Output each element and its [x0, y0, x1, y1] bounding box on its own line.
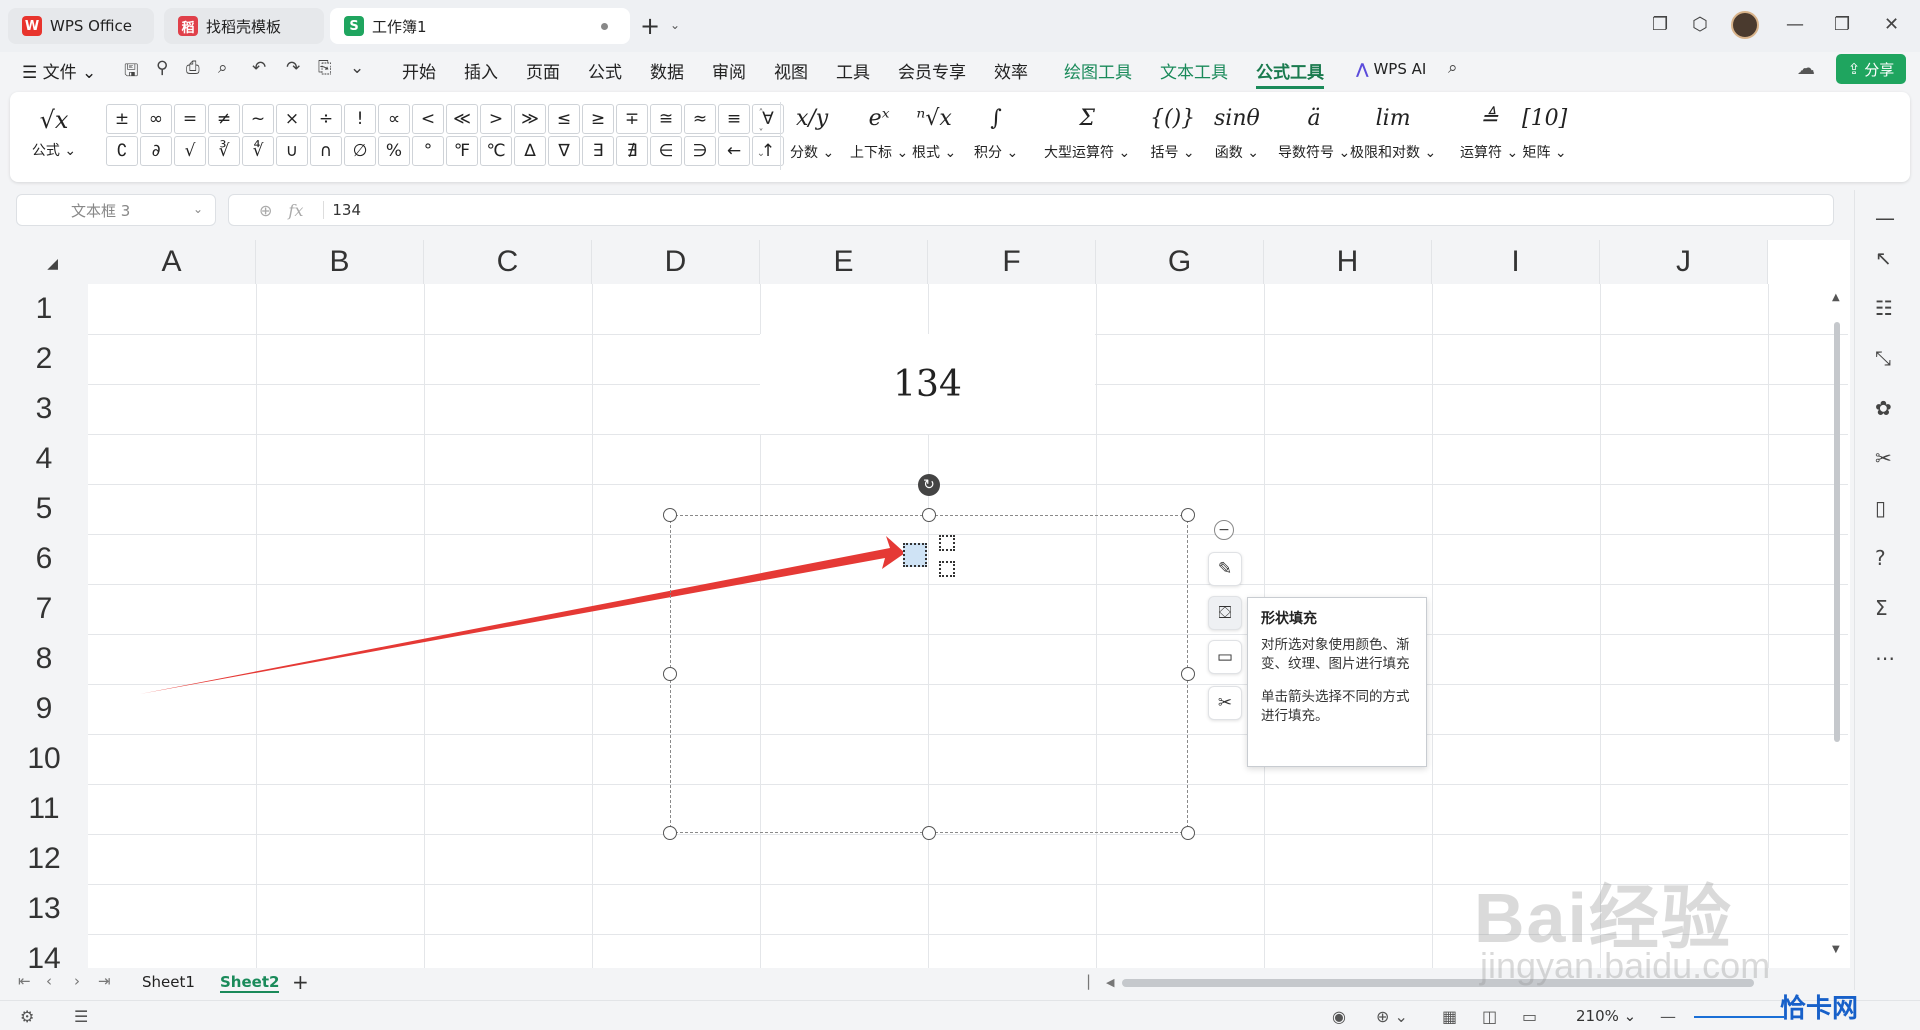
equation-superscript-placeholder[interactable] — [939, 535, 955, 551]
zoom-out-icon[interactable]: — — [1660, 1007, 1676, 1026]
collapse-icon[interactable]: − — [1214, 520, 1234, 540]
resize-handle-top-right[interactable] — [1181, 508, 1195, 522]
page-layout-icon[interactable]: ◫ — [1482, 1007, 1497, 1026]
equation-object-frame[interactable] — [670, 515, 1188, 833]
site-watermark: 恰卡网 — [1780, 993, 1859, 1023]
shape-fill-tooltip: 形状填充 对所选对象使用颜色、渐变、纹理、图片进行填充 单击箭头选择不同的方式进… — [1247, 597, 1427, 767]
equation-subscript-placeholder[interactable] — [939, 561, 955, 577]
tooltip-body: 对所选对象使用颜色、渐变、纹理、图片进行填充 — [1261, 637, 1410, 672]
tooltip-title: 形状填充 — [1261, 611, 1317, 627]
resize-handle-left[interactable] — [663, 667, 677, 681]
properties-icon[interactable]: ☷ — [1875, 296, 1893, 320]
sum-icon[interactable]: Σ — [1875, 596, 1888, 620]
tools-icon[interactable]: ✂ — [1208, 686, 1242, 720]
scroll-down-icon[interactable]: ▼ — [1832, 944, 1840, 955]
resize-handle-bottom-right[interactable] — [1181, 826, 1195, 840]
more-icon[interactable]: ⋯ — [1875, 646, 1895, 670]
add-sheet-icon[interactable]: + — [292, 970, 309, 994]
right-side-panel: — ↖ ☷ ⤡ ✿ ✂ ▯ ? Σ ⋯ — [1854, 190, 1920, 990]
normal-view-icon[interactable]: ▦ — [1442, 1007, 1457, 1026]
collapse-panel-icon[interactable]: — — [1875, 206, 1895, 230]
zoom-slider[interactable] — [1694, 1016, 1784, 1018]
sheet-tab-sheet2[interactable]: Sheet2 — [220, 973, 280, 993]
sheet-tab-sheet1[interactable]: Sheet1 — [142, 973, 195, 991]
rotate-handle-icon[interactable]: ↻ — [918, 474, 940, 496]
scroll-left-icon[interactable]: ◀ — [1106, 976, 1114, 989]
vertical-scrollbar[interactable]: ▲ ▼ — [1830, 292, 1844, 962]
center-icon[interactable]: ⊕ ⌄ — [1376, 1007, 1408, 1026]
first-sheet-icon[interactable]: ⇤ — [18, 972, 31, 990]
transform-icon[interactable]: ⤡ — [1875, 346, 1891, 370]
prev-sheet-icon[interactable]: ‹ — [46, 972, 52, 990]
tools-side-icon[interactable]: ✂ — [1875, 446, 1892, 470]
baidu-url-watermark: jingyan.baidu.com — [1480, 945, 1771, 986]
shape-style-icon[interactable]: ▭ — [1208, 640, 1242, 674]
next-sheet-icon[interactable]: › — [74, 972, 80, 990]
book-icon[interactable]: ▯ — [1875, 496, 1886, 520]
list-icon[interactable]: ☰ — [74, 1007, 88, 1026]
equation-base-placeholder[interactable] — [903, 543, 927, 567]
eye-protection-icon[interactable]: ◉ — [1332, 1007, 1346, 1026]
resize-handle-bottom[interactable] — [922, 826, 936, 840]
tooltip-hint: 单击箭头选择不同的方式进行填充。 — [1261, 689, 1410, 724]
resize-handle-top[interactable] — [922, 508, 936, 522]
shape-fill-icon[interactable]: ⛋ — [1208, 596, 1242, 630]
divider-icon: | — [1086, 972, 1092, 990]
scroll-thumb[interactable] — [1834, 322, 1840, 742]
help-icon[interactable]: ? — [1875, 546, 1886, 570]
outline-pen-icon[interactable]: ✎ — [1208, 552, 1242, 586]
resize-handle-right[interactable] — [1181, 667, 1195, 681]
resize-handle-bottom-left[interactable] — [663, 826, 677, 840]
status-bar: ⚙ ☰ ◉ ⊕ ⌄ ▦ ◫ ▭ 210% ⌄ — — [0, 1000, 1920, 1030]
scroll-up-icon[interactable]: ▲ — [1832, 292, 1840, 303]
macro-icon[interactable]: ⚙ — [20, 1007, 34, 1026]
select-pointer-icon[interactable]: ↖ — [1875, 246, 1892, 270]
zoom-level[interactable]: 210% ⌄ — [1576, 1007, 1636, 1025]
last-sheet-icon[interactable]: ⇥ — [98, 972, 111, 990]
resize-handle-top-left[interactable] — [663, 508, 677, 522]
style-icon[interactable]: ✿ — [1875, 396, 1892, 420]
page-break-icon[interactable]: ▭ — [1522, 1007, 1537, 1026]
zoom-value: 210% — [1576, 1007, 1619, 1025]
